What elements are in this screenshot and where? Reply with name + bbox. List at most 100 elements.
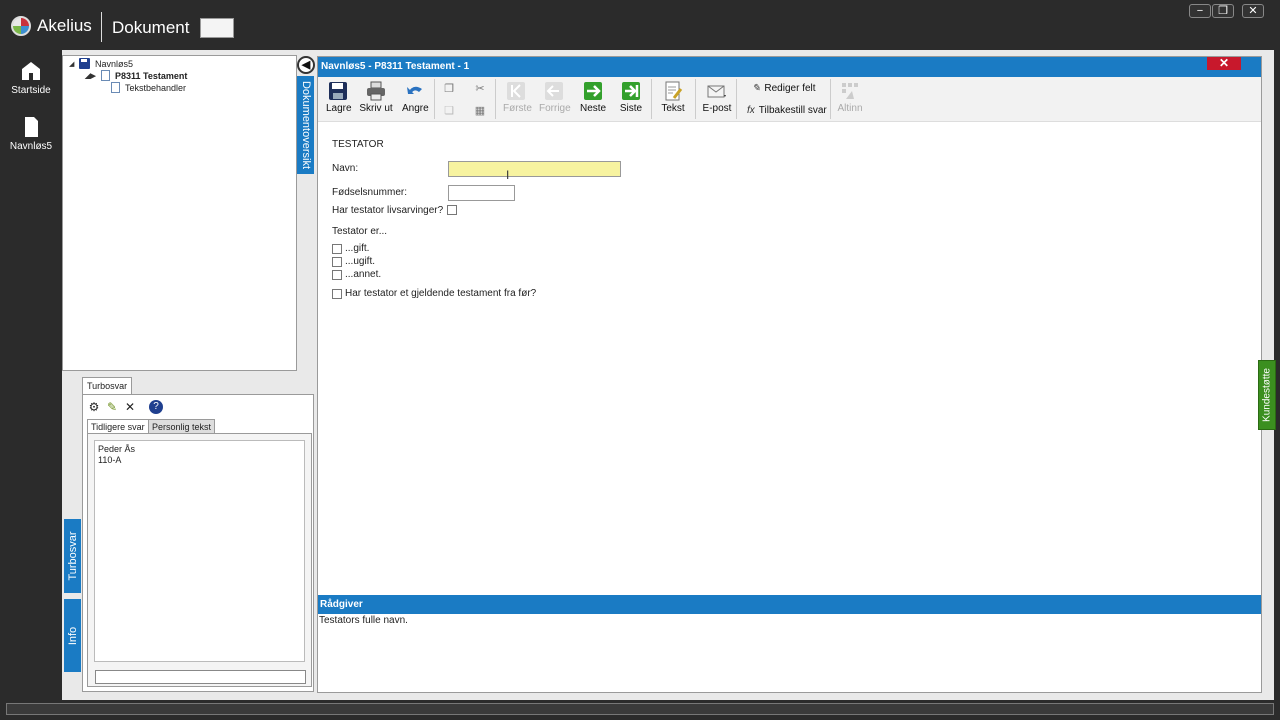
home-icon bbox=[22, 62, 40, 80]
other-label: ...annet. bbox=[345, 269, 382, 280]
other-checkbox[interactable] bbox=[332, 270, 342, 280]
print-label: Skriv ut bbox=[359, 103, 393, 114]
cut-icon[interactable]: ✂ bbox=[473, 82, 487, 96]
app-name: Akelius bbox=[37, 16, 92, 35]
tab-document-overview[interactable]: Dokumentoversikt bbox=[297, 76, 314, 174]
save-button[interactable]: Lagre bbox=[326, 81, 352, 114]
name-label: Navn: bbox=[332, 163, 359, 174]
list-item[interactable]: 110-A bbox=[98, 455, 301, 466]
text-label: Tekst bbox=[661, 103, 685, 114]
collapse-icon[interactable]: ◢▶ bbox=[85, 72, 96, 80]
tab-personlig-tekst[interactable]: Personlig tekst bbox=[148, 419, 216, 434]
toolbar-divider bbox=[736, 79, 737, 119]
delete-icon[interactable]: ✕ bbox=[123, 400, 137, 414]
tab-customer-support[interactable]: Kundestøtte bbox=[1258, 360, 1276, 430]
text-button[interactable]: Tekst bbox=[660, 81, 686, 114]
previous-icon bbox=[545, 82, 563, 100]
altinn-button: Altinn bbox=[836, 81, 864, 114]
prior-will-label: Har testator et gjeldende testament fra … bbox=[345, 288, 537, 299]
undo-button[interactable]: Angre bbox=[402, 81, 429, 114]
toolbar-divider bbox=[434, 79, 435, 119]
toolbar: Lagre Skriv ut Angre ❐ ✂ ❏ ▦ Første Forr… bbox=[318, 77, 1261, 122]
email-button[interactable]: E-post bbox=[702, 81, 732, 114]
married-checkbox[interactable] bbox=[332, 244, 342, 254]
minimize-button[interactable]: − bbox=[1189, 4, 1211, 18]
edit-field-button[interactable]: ✎ Rediger felt bbox=[752, 83, 816, 94]
copy-icon[interactable]: ❐ bbox=[442, 82, 456, 96]
toolbar-divider bbox=[651, 79, 652, 119]
previous-label: Forrige bbox=[539, 103, 571, 114]
collapse-panel-button[interactable]: ◀ bbox=[297, 56, 315, 74]
tab-label: Turbosvar bbox=[66, 531, 79, 581]
window-close-button[interactable]: ✕ bbox=[1242, 4, 1264, 18]
married-label: ...gift. bbox=[345, 243, 370, 254]
tab-info[interactable]: Info bbox=[64, 599, 81, 672]
tab-tidligere-svar[interactable]: Tidligere svar bbox=[87, 419, 149, 434]
rail-item-label: Navnløs5 bbox=[9, 141, 53, 152]
advisor-text: Testators fulle navn. bbox=[319, 615, 408, 626]
undo-label: Angre bbox=[402, 103, 429, 114]
tree-node-label: Navnløs5 bbox=[95, 58, 134, 69]
tab-label: Dokumentoversikt bbox=[299, 80, 312, 170]
toolbar-divider bbox=[830, 79, 831, 119]
save-disk-icon bbox=[79, 58, 90, 69]
save-label: Lagre bbox=[326, 103, 352, 114]
tab-turbosvar[interactable]: Turbosvar bbox=[64, 519, 81, 593]
name-field[interactable] bbox=[448, 161, 621, 177]
email-icon bbox=[707, 85, 726, 98]
birth-number-field[interactable] bbox=[448, 185, 515, 201]
last-button[interactable]: Siste bbox=[619, 81, 643, 114]
edit-answer-icon[interactable]: ✎ bbox=[105, 400, 119, 414]
toolbar-divider bbox=[695, 79, 696, 119]
advisor-header: Rådgiver bbox=[318, 595, 1261, 614]
previous-button: Forrige bbox=[539, 81, 571, 114]
help-icon[interactable]: ? bbox=[149, 400, 163, 414]
document-icon bbox=[25, 117, 38, 137]
add-answer-icon[interactable]: ⚙ bbox=[87, 400, 101, 414]
document-window: Navnløs5 - P8311 Testament - 1 ✕ Lagre S… bbox=[317, 56, 1262, 693]
tree-node-label: Tekstbehandler bbox=[125, 82, 187, 93]
next-button[interactable]: Neste bbox=[580, 81, 606, 114]
unmarried-checkbox[interactable] bbox=[332, 257, 342, 267]
heirs-question-label: Har testator livsarvinger? bbox=[332, 205, 444, 216]
tree-node-tekstbehandler[interactable]: Tekstbehandler bbox=[111, 82, 186, 93]
altinn-icon bbox=[842, 83, 858, 99]
undo-icon bbox=[407, 86, 422, 94]
turbosvar-panel: ⚙ ✎ ✕ ? Tidligere svar Personlig tekst P… bbox=[82, 394, 314, 692]
title-search-box[interactable] bbox=[200, 18, 234, 38]
edit-field-label: Rediger felt bbox=[764, 83, 816, 94]
text-cursor-icon: I bbox=[506, 168, 510, 182]
list-item[interactable]: Peder Ås bbox=[98, 444, 301, 455]
document-tree: ◢ Navnløs5 ◢▶ P8311 Testament Tekstbehan… bbox=[62, 55, 297, 371]
collapse-icon[interactable]: ◢ bbox=[69, 60, 79, 68]
email-label: E-post bbox=[702, 103, 732, 114]
altinn-label: Altinn bbox=[837, 103, 863, 114]
text-edit-icon bbox=[665, 81, 683, 101]
document-close-button[interactable]: ✕ bbox=[1207, 57, 1241, 70]
restore-button[interactable]: ❐ bbox=[1212, 4, 1234, 18]
print-button[interactable]: Skriv ut bbox=[359, 81, 393, 114]
tree-node-testament[interactable]: ◢▶ P8311 Testament bbox=[85, 70, 187, 81]
first-icon bbox=[507, 82, 525, 100]
tree-node-root[interactable]: ◢ Navnløs5 bbox=[69, 58, 133, 69]
function-icon: fx bbox=[747, 105, 755, 116]
unmarried-label: ...ugift. bbox=[345, 256, 376, 267]
section-heading: TESTATOR bbox=[332, 139, 384, 150]
heirs-checkbox[interactable] bbox=[447, 205, 457, 215]
birth-number-label: Fødselsnummer: bbox=[332, 187, 408, 198]
tab-label: Info bbox=[66, 626, 79, 645]
prior-will-checkbox[interactable] bbox=[332, 289, 342, 299]
paste-icon: ❏ bbox=[444, 105, 454, 117]
turbosvar-panel-tab[interactable]: Turbosvar bbox=[82, 377, 132, 395]
turbosvar-input[interactable] bbox=[95, 670, 306, 684]
rail-item-startside[interactable]: Startside bbox=[0, 60, 62, 96]
rail-item-navnlos5[interactable]: Navnløs5 bbox=[0, 116, 62, 152]
tree-node-label: P8311 Testament bbox=[115, 70, 188, 81]
reset-answer-button[interactable]: fx Tilbakestill svar bbox=[747, 105, 827, 116]
edit-field-icon: ✎ bbox=[752, 83, 761, 94]
previous-answers-list[interactable]: Peder Ås 110-A bbox=[94, 440, 305, 662]
select-all-icon[interactable]: ▦ bbox=[473, 104, 487, 118]
document-header: Navnløs5 - P8311 Testament - 1 ✕ bbox=[318, 57, 1261, 77]
tab-label: Kundestøtte bbox=[1261, 368, 1273, 422]
akelius-logo-icon bbox=[11, 16, 31, 36]
